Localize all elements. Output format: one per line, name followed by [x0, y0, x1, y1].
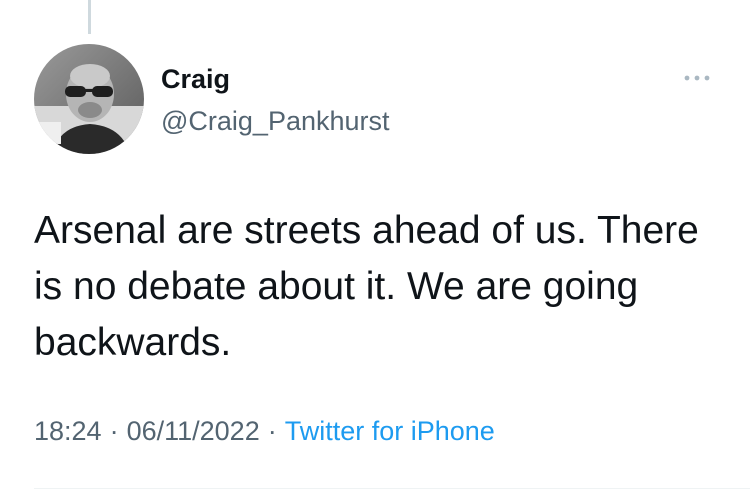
more-options-button[interactable]: [682, 68, 712, 88]
meta-separator: ·: [109, 416, 119, 446]
tweet-text: Arsenal are streets ahead of us. There i…: [34, 209, 699, 364]
tweet-time[interactable]: 18:24: [34, 416, 102, 446]
divider: [34, 488, 750, 489]
avatar[interactable]: [34, 44, 144, 154]
author-name[interactable]: Craig: [161, 62, 230, 96]
meta-separator: ·: [267, 416, 277, 446]
more-horizontal-icon: [684, 75, 710, 81]
tweet-metadata: 18:24 · 06/11/2022 · Twitter for iPhone: [34, 413, 495, 449]
thread-connector-line: [88, 0, 91, 34]
tweet-date[interactable]: 06/11/2022: [127, 416, 260, 446]
author-handle[interactable]: @Craig_Pankhurst: [161, 104, 390, 138]
tweet-source-link[interactable]: Twitter for iPhone: [285, 416, 495, 446]
